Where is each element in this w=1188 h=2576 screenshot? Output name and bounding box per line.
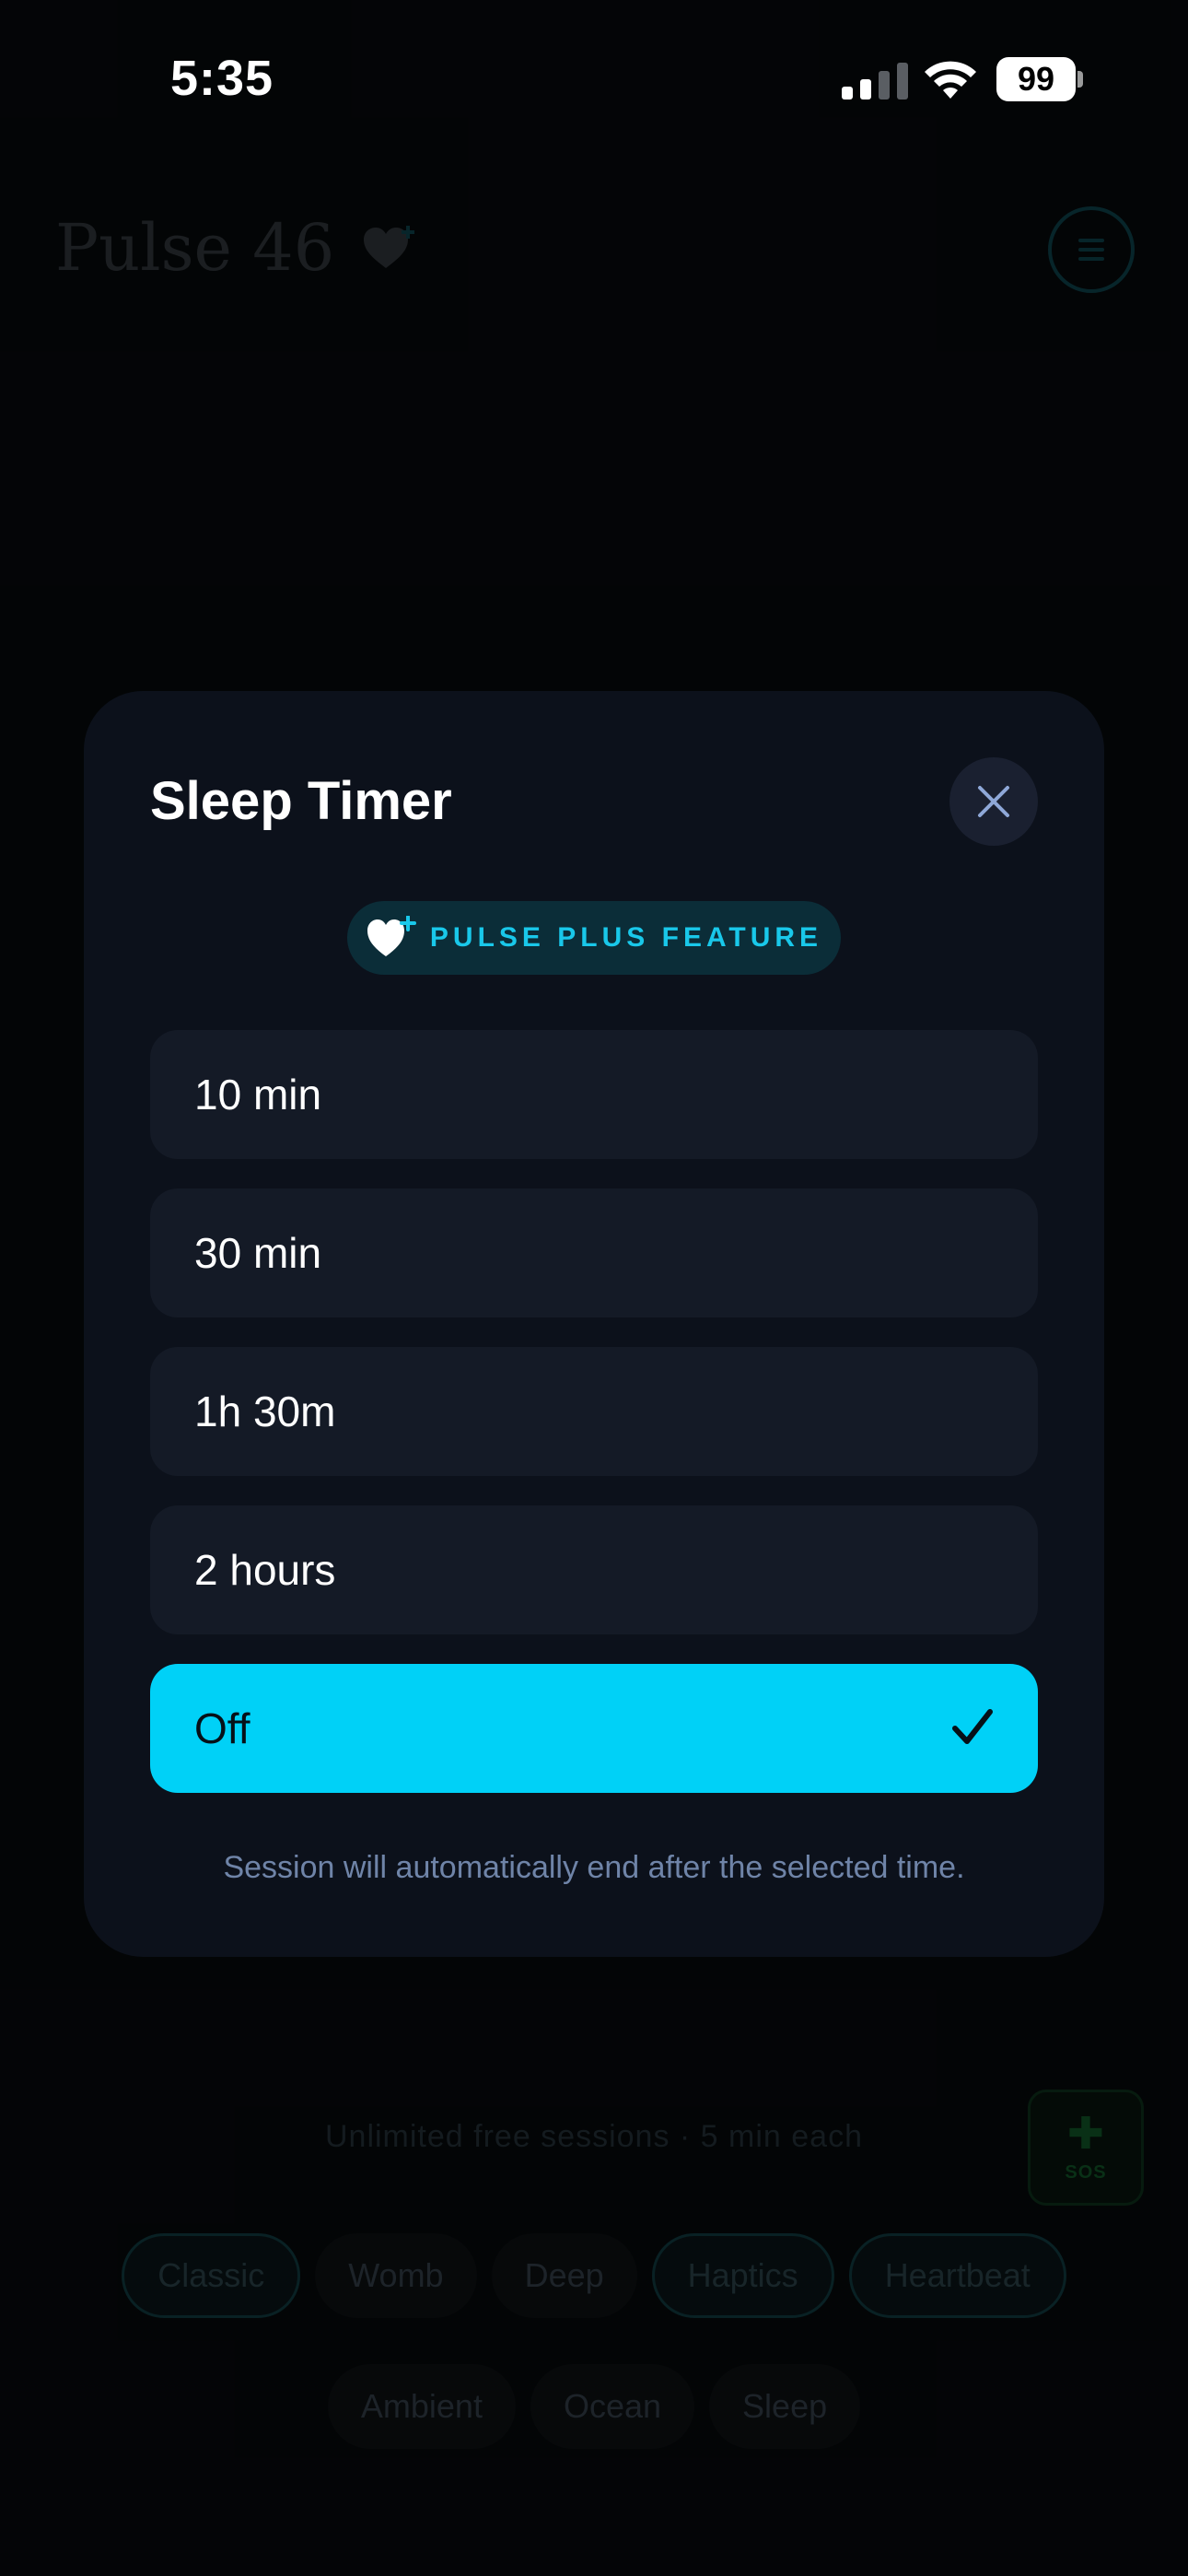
option-label: 30 min	[194, 1229, 322, 1277]
option-label: 2 hours	[194, 1546, 336, 1594]
sleep-timer-modal: Sleep Timer PULSE PLUS FEATURE 10 min 30…	[84, 691, 1104, 1957]
timer-options: 10 min 30 min 1h 30m 2 hours Off	[150, 1030, 1038, 1822]
screen: Pulse 46 Unlimited free sessions · 5 min…	[0, 0, 1188, 2576]
checkmark-icon	[952, 1709, 993, 1744]
heart-plus-icon	[367, 916, 416, 956]
timer-footnote: Session will automatically end after the…	[223, 1850, 965, 1885]
option-2-hours[interactable]: 2 hours	[150, 1505, 1038, 1634]
status-time: 5:35	[170, 51, 274, 106]
option-label: 1h 30m	[194, 1388, 336, 1435]
option-label: Off	[194, 1704, 250, 1752]
battery-level: 99	[1017, 60, 1055, 98]
battery-indicator: 99	[996, 57, 1085, 101]
close-button[interactable]	[949, 757, 1038, 846]
option-label: 10 min	[194, 1071, 322, 1118]
wifi-icon	[925, 61, 976, 99]
battery-body: 99	[996, 57, 1076, 101]
option-30-min[interactable]: 30 min	[150, 1188, 1038, 1317]
battery-tip	[1077, 71, 1083, 88]
pulse-plus-badge: PULSE PLUS FEATURE	[347, 901, 841, 975]
option-10-min[interactable]: 10 min	[150, 1030, 1038, 1159]
cellular-signal-icon	[842, 63, 908, 100]
option-off[interactable]: Off	[150, 1664, 1038, 1793]
close-icon	[978, 786, 1009, 817]
modal-title: Sleep Timer	[150, 771, 452, 831]
option-1h-30m[interactable]: 1h 30m	[150, 1347, 1038, 1476]
badge-label: PULSE PLUS FEATURE	[429, 922, 823, 953]
